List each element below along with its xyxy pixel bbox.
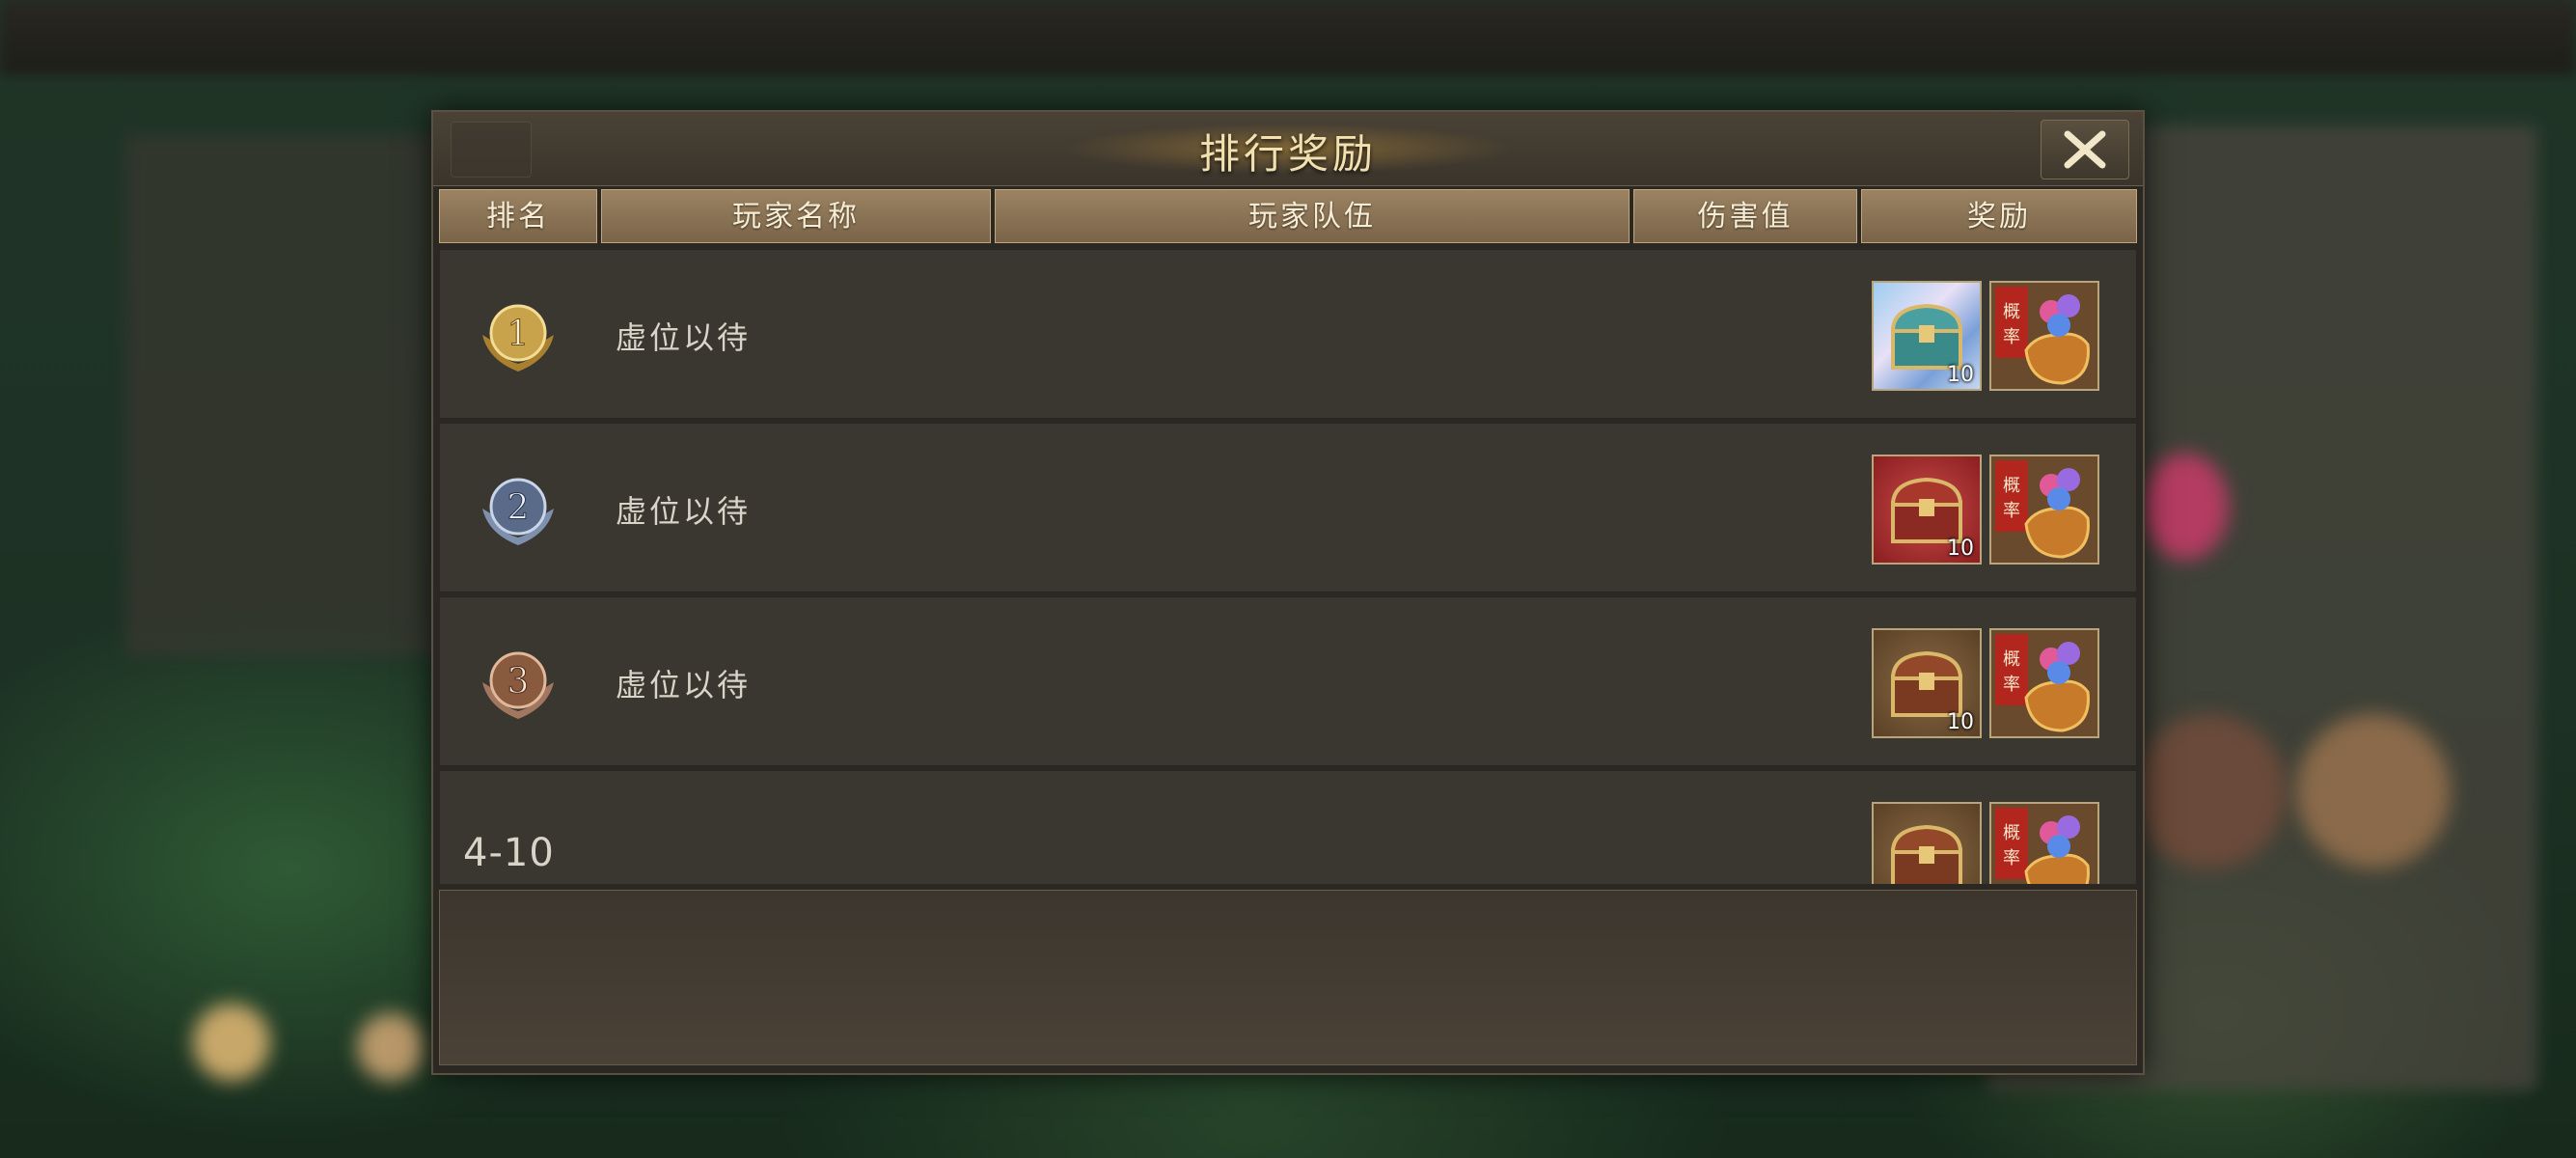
left-side-panel bbox=[125, 135, 444, 656]
reward-count: 10 bbox=[1947, 537, 1974, 561]
svg-text:1: 1 bbox=[507, 315, 530, 354]
reward-item-probability-bag[interactable]: 概 率 bbox=[1989, 455, 2099, 565]
silver-medal-icon: 2 bbox=[482, 478, 554, 545]
column-header-reward: 奖励 bbox=[1861, 189, 2137, 243]
ranking-list[interactable]: 1 虚位以待 10 概 率 2 虚位以待 10 概 率 3 虚位以待 10 概 … bbox=[439, 249, 2137, 884]
probability-gift-bag-icon: 概 率 bbox=[1995, 287, 2090, 385]
rank-range: 4-10 bbox=[463, 831, 555, 875]
probability-gift-bag-icon: 概 率 bbox=[1995, 460, 2090, 559]
column-header-player-name: 玩家名称 bbox=[601, 189, 991, 243]
reward-count: 10 bbox=[1947, 363, 1974, 387]
dialog-header: 排行奖励 bbox=[433, 112, 2143, 186]
column-header-rank: 排名 bbox=[439, 189, 597, 243]
bronze-medal-icon: 3 bbox=[482, 651, 554, 719]
column-header-damage: 伤害值 bbox=[1633, 189, 1857, 243]
decor-blob bbox=[2142, 454, 2229, 560]
reward-count: 10 bbox=[1947, 710, 1974, 734]
my-ranking-footer bbox=[439, 890, 2137, 1065]
dialog-title: 排行奖励 bbox=[1198, 130, 1377, 178]
column-header-player-team: 玩家队伍 bbox=[995, 189, 1630, 243]
svg-text:3: 3 bbox=[507, 662, 530, 702]
reward-item-chest[interactable]: 10 bbox=[1872, 281, 1982, 391]
probability-gift-bag-icon: 概 率 bbox=[1995, 634, 2090, 732]
reward-item-chest[interactable] bbox=[1872, 802, 1982, 884]
svg-text:率: 率 bbox=[2003, 501, 2020, 521]
player-name: 虚位以待 bbox=[616, 319, 752, 356]
decor-blob bbox=[2296, 714, 2451, 868]
ranking-row: 2 虚位以待 10 概 率 bbox=[439, 423, 2137, 593]
svg-text:2: 2 bbox=[507, 488, 530, 528]
player-name: 虚位以待 bbox=[616, 493, 752, 530]
svg-text:率: 率 bbox=[2003, 675, 2020, 695]
decor-blob bbox=[357, 1013, 425, 1081]
player-name: 虚位以待 bbox=[616, 667, 752, 703]
ranking-row: 1 虚位以待 10 概 率 bbox=[439, 249, 2137, 419]
ranking-reward-dialog: 排行奖励 排名 玩家名称 玩家队伍 伤害值 奖励 1 虚位以待 10 概 率 2… bbox=[431, 110, 2145, 1075]
ranking-row: 3 虚位以待 10 概 率 bbox=[439, 596, 2137, 766]
treasure-chest-icon bbox=[1890, 824, 1963, 884]
svg-text:率: 率 bbox=[2003, 327, 2020, 347]
svg-text:概: 概 bbox=[2003, 649, 2020, 670]
ranking-row: 4-10 概 率 bbox=[439, 770, 2137, 884]
reward-item-chest[interactable]: 10 bbox=[1872, 455, 1982, 565]
svg-text:概: 概 bbox=[2003, 823, 2020, 843]
top-resource-bar bbox=[0, 0, 2576, 75]
reward-item-probability-bag[interactable]: 概 率 bbox=[1989, 628, 2099, 738]
svg-text:率: 率 bbox=[2003, 848, 2020, 868]
gold-medal-icon: 1 bbox=[482, 304, 554, 372]
svg-text:概: 概 bbox=[2003, 476, 2020, 496]
probability-gift-bag-icon: 概 率 bbox=[1995, 808, 2090, 884]
reward-item-probability-bag[interactable]: 概 率 bbox=[1989, 802, 2099, 884]
decor-blob bbox=[193, 1004, 270, 1081]
reward-item-probability-bag[interactable]: 概 率 bbox=[1989, 281, 2099, 391]
reward-item-chest[interactable]: 10 bbox=[1872, 628, 1982, 738]
decor-blob bbox=[2132, 714, 2287, 868]
close-icon bbox=[2064, 130, 2106, 169]
close-button[interactable] bbox=[2041, 120, 2129, 179]
svg-text:概: 概 bbox=[2003, 302, 2020, 322]
